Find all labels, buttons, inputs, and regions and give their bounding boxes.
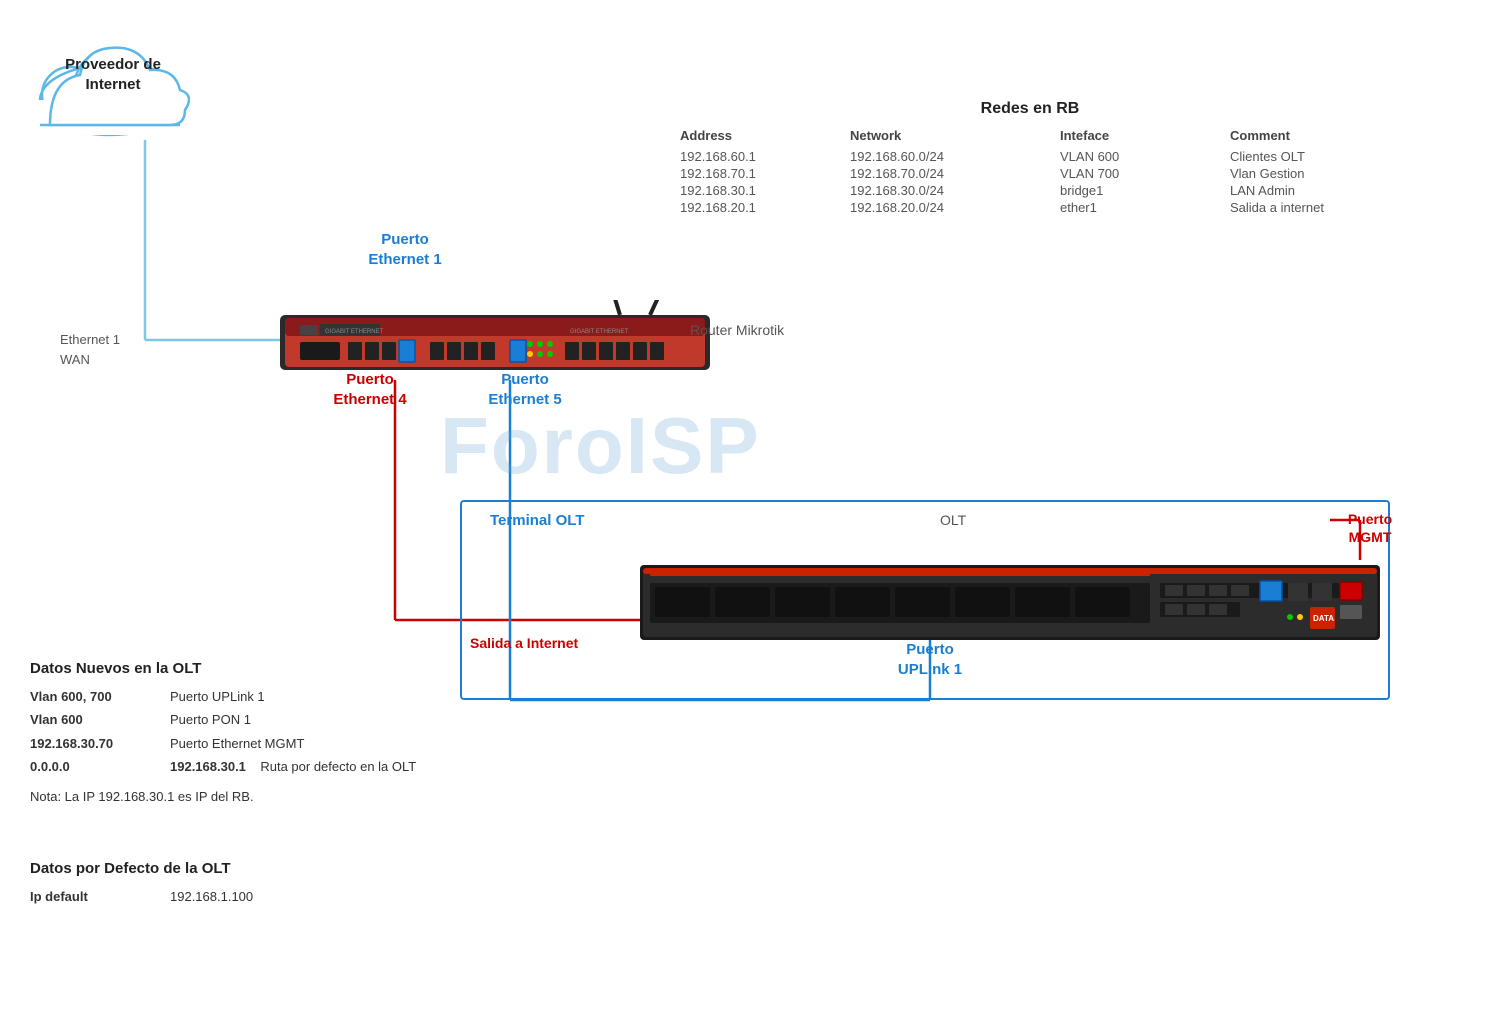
router-device: GIGABIT ETHERNET GIGABIT ETHERNET — [280, 300, 710, 380]
redes-col-address: Address — [680, 128, 840, 143]
redes-row1-iface: VLAN 600 — [1060, 149, 1220, 164]
redes-row4-net: 192.168.20.0/24 — [850, 200, 1050, 215]
redes-row1-comment: Clientes OLT — [1230, 149, 1430, 164]
puerto-ethernet5-label: Puerto Ethernet 5 — [455, 370, 595, 409]
salida-internet-label: Salida a Internet — [470, 635, 578, 651]
terminal-olt-label: Terminal OLT — [490, 512, 584, 529]
datos-row2-col1: Vlan 600 — [30, 708, 170, 731]
redes-row4-addr: 192.168.20.1 — [680, 200, 840, 215]
redes-row2-comment: Vlan Gestion — [1230, 166, 1430, 181]
redes-row1-net: 192.168.60.0/24 — [850, 149, 1050, 164]
datos-defecto-title: Datos por Defecto de la OLT — [30, 860, 430, 877]
redes-row4-iface: ether1 — [1060, 200, 1220, 215]
redes-rb-title: Redes en RB — [680, 100, 1380, 118]
defecto-row1-col1: Ip default — [30, 885, 170, 908]
datos-row2-col2: Puerto PON 1 — [170, 708, 490, 731]
svg-text:GIGABIT ETHERNET: GIGABIT ETHERNET — [570, 329, 629, 335]
datos-row1-col2: Puerto UPLink 1 — [170, 685, 490, 708]
redes-col-comment: Comment — [1230, 128, 1430, 143]
datos-row3-col1: 192.168.30.70 — [30, 732, 170, 755]
defecto-row1-col2: 192.168.1.100 — [170, 885, 430, 908]
redes-row3-addr: 192.168.30.1 — [680, 183, 840, 198]
redes-col-interface: Inteface — [1060, 128, 1220, 143]
redes-col-network: Network — [850, 128, 1050, 143]
datos-ruta-col1: 0.0.0.0 — [30, 755, 170, 778]
redes-row3-net: 192.168.30.0/24 — [850, 183, 1050, 198]
redes-row2-addr: 192.168.70.1 — [680, 166, 840, 181]
router-mikrotik-label: Router Mikrotik — [690, 322, 784, 338]
puerto-ethernet1-label: Puerto Ethernet 1 — [340, 230, 470, 269]
redes-row2-net: 192.168.70.0/24 — [850, 166, 1050, 181]
puerto-mgmt-label: Puerto MGMT — [1320, 510, 1420, 546]
redes-row3-comment: LAN Admin — [1230, 183, 1430, 198]
datos-ruta-col2-3: 192.168.30.1 Ruta por defecto en la OLT — [170, 755, 490, 778]
eth1-wan-label: Ethernet 1 WAN — [60, 330, 120, 369]
redes-row3-iface: bridge1 — [1060, 183, 1220, 198]
datos-nuevos-title: Datos Nuevos en la OLT — [30, 660, 490, 677]
watermark: ForoISP — [440, 400, 761, 492]
olt-device: DATA — [640, 555, 1380, 655]
olt-device-label: OLT — [940, 512, 966, 528]
datos-row1-col1: Vlan 600, 700 — [30, 685, 170, 708]
redes-rb-section: Redes en RB Address Network Inteface Com… — [680, 100, 1380, 215]
datos-nuevos-section: Datos Nuevos en la OLT Vlan 600, 700 Pue… — [30, 660, 490, 808]
isp-label: Proveedor de Internet — [48, 55, 178, 94]
redes-rb-table: Address Network Inteface Comment 192.168… — [680, 128, 1380, 215]
datos-defecto-section: Datos por Defecto de la OLT Ip default 1… — [30, 860, 430, 908]
datos-note: Nota: La IP 192.168.30.1 es IP del RB. — [30, 785, 490, 808]
redes-row2-iface: VLAN 700 — [1060, 166, 1220, 181]
datos-row3-col2: Puerto Ethernet MGMT — [170, 732, 490, 755]
puerto-ethernet4-label: Puerto Ethernet 4 — [300, 370, 440, 409]
redes-row1-addr: 192.168.60.1 — [680, 149, 840, 164]
svg-text:GIGABIT ETHERNET: GIGABIT ETHERNET — [325, 329, 384, 335]
svg-text:DATA: DATA — [1313, 614, 1334, 623]
redes-row4-comment: Salida a internet — [1230, 200, 1430, 215]
